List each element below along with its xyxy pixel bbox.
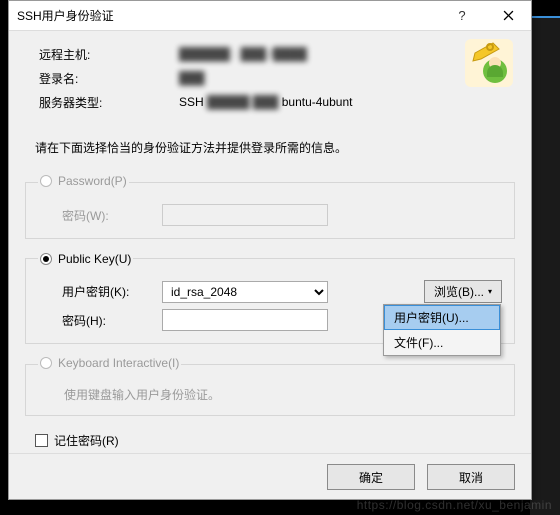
menu-user-key[interactable]: 用户密钥(U)... <box>384 305 500 330</box>
chevron-down-icon: ▾ <box>488 287 492 296</box>
dialog-title: SSH用户身份验证 <box>17 7 439 24</box>
key-password-label: 密码(H): <box>62 312 152 329</box>
browse-dropdown-menu: 用户密钥(U)... 文件(F)... <box>383 304 501 356</box>
publickey-radio-label: Public Key(U) <box>58 252 131 266</box>
publickey-radio[interactable]: Public Key(U) <box>40 252 131 266</box>
connection-info: 远程主机: ██████ · ███ /████ 登录名: ███ 服务器类型:… <box>9 31 531 129</box>
remember-password-checkbox[interactable] <box>35 434 48 447</box>
password-radio-label: Password(P) <box>58 174 127 188</box>
background-panel <box>530 16 560 515</box>
keyboard-interactive-section: Keyboard Interactive(I) 使用键盘输入用户身份验证。 <box>25 356 515 416</box>
key-password-input[interactable] <box>162 309 328 331</box>
password-section: Password(P) 密码(W): <box>25 174 515 239</box>
watermark: https://blog.csdn.net/xu_benjamin <box>357 498 552 512</box>
kbi-radio[interactable]: Keyboard Interactive(I) <box>40 356 179 370</box>
instruction-text: 请在下面选择恰当的身份验证方法并提供登录所需的信息。 <box>9 129 531 164</box>
title-bar: SSH用户身份验证 ? <box>9 1 531 31</box>
ok-button[interactable]: 确定 <box>327 464 415 490</box>
close-icon <box>503 10 514 21</box>
browse-button-label: 浏览(B)... <box>434 283 484 300</box>
password-input <box>162 204 328 226</box>
password-radio[interactable]: Password(P) <box>40 174 127 188</box>
close-button[interactable] <box>485 1 531 31</box>
publickey-section: Public Key(U) 用户密钥(K): id_rsa_2048 浏览(B)… <box>25 251 515 344</box>
key-avatar-icon <box>465 39 513 87</box>
login-name-value: ███ <box>179 71 205 85</box>
radio-icon <box>40 357 52 369</box>
dialog-footer: 确定 取消 <box>9 453 531 500</box>
user-key-select[interactable]: id_rsa_2048 <box>162 281 328 303</box>
radio-icon <box>40 175 52 187</box>
cancel-button[interactable]: 取消 <box>427 464 515 490</box>
server-type-value: SSH █████ ███ buntu-4ubunt <box>179 95 352 109</box>
browse-button[interactable]: 浏览(B)... ▾ 用户密钥(U)... 文件(F)... <box>424 280 502 303</box>
remember-password-label: 记住密码(R) <box>54 432 119 449</box>
ssh-auth-dialog: SSH用户身份验证 ? 远程主机: ██████ · ███ /████ 登录名… <box>8 0 532 500</box>
server-type-label: 服务器类型: <box>39 94 179 111</box>
login-name-label: 登录名: <box>39 70 179 87</box>
kbi-radio-label: Keyboard Interactive(I) <box>58 356 179 370</box>
menu-file[interactable]: 文件(F)... <box>384 330 500 355</box>
kbi-note: 使用键盘输入用户身份验证。 <box>64 386 502 403</box>
user-key-label: 用户密钥(K): <box>62 283 152 300</box>
help-button[interactable]: ? <box>439 1 485 31</box>
radio-icon <box>40 253 52 265</box>
remote-host-value: ██████ · ███ /████ <box>179 47 307 61</box>
remote-host-label: 远程主机: <box>39 46 179 63</box>
password-field-label: 密码(W): <box>62 207 152 224</box>
